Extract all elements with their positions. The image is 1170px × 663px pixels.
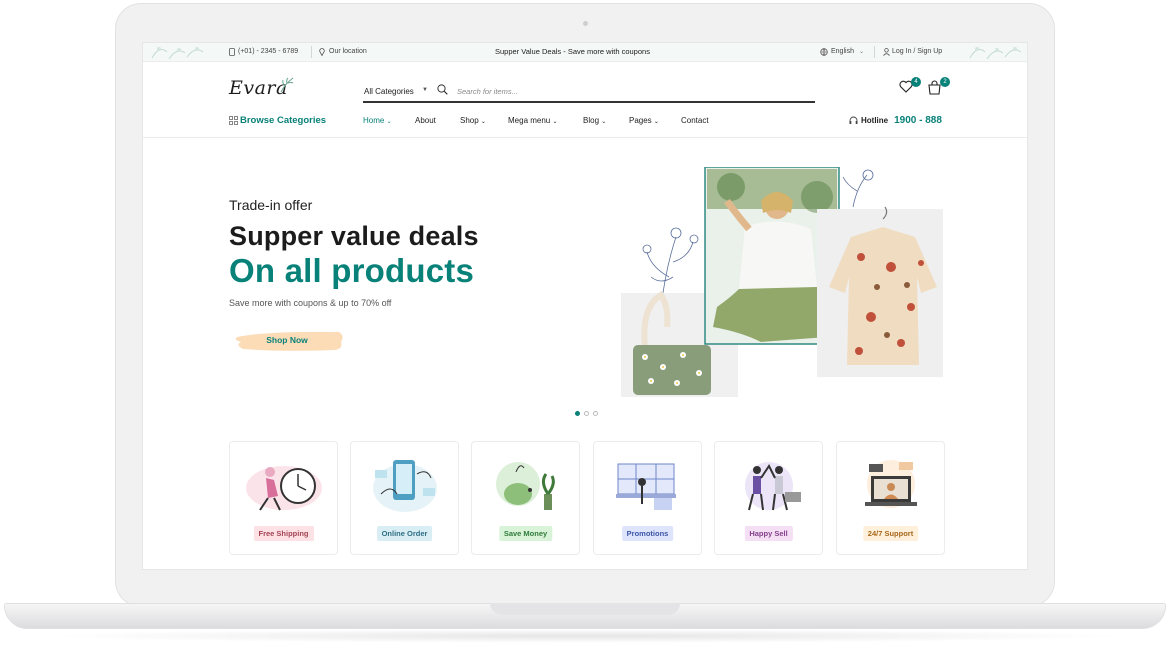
- feature-label: 24/7 Support: [862, 526, 919, 541]
- feature-card-promotions[interactable]: Promotions: [593, 441, 702, 555]
- nav-divider: [143, 137, 1027, 138]
- logo-leaf-icon: [280, 77, 294, 93]
- hero-title: Supper value deals: [229, 221, 479, 251]
- promotion-megaphone-icon: [616, 463, 676, 510]
- mobile-order-icon: [373, 460, 437, 512]
- nav-item-label: About: [415, 116, 436, 125]
- topbar-separator: [311, 46, 312, 58]
- hotline[interactable]: Hotline 1900 - 888: [861, 115, 942, 126]
- search-bar: All Categories ▼ Search for items...: [363, 81, 815, 103]
- feature-card-free-shipping[interactable]: Free Shipping: [229, 441, 338, 555]
- feature-label: Save Money: [498, 526, 553, 541]
- wishlist-count-badge: 4: [911, 77, 921, 87]
- phone-icon: [229, 48, 235, 56]
- carousel-dot-2[interactable]: [584, 411, 589, 416]
- piggy-bank-icon: [496, 462, 555, 510]
- hotline-label: Hotline: [861, 116, 889, 125]
- category-caret-icon: ▼: [422, 87, 428, 93]
- globe-icon: [820, 48, 828, 56]
- chevron-down-icon: ⌄: [653, 119, 659, 125]
- carousel-dot-3[interactable]: [593, 411, 598, 416]
- hero-highlight: On all products: [229, 252, 475, 289]
- hero-subtitle: Trade-in offer: [229, 197, 313, 213]
- nav-item-label: Home: [363, 116, 385, 125]
- language-selector[interactable]: English: [831, 48, 854, 55]
- language-chevron-down-icon: ⌄: [859, 49, 865, 55]
- feature-card-save-money[interactable]: Save Money: [471, 441, 580, 555]
- grid-icon: [229, 116, 238, 125]
- chevron-down-icon: ⌄: [601, 119, 607, 125]
- location-pin-icon: [319, 48, 325, 56]
- feature-card-online-order[interactable]: Online Order: [350, 441, 459, 555]
- category-select[interactable]: All Categories: [364, 87, 414, 96]
- daisy-bag: [633, 345, 711, 395]
- topbar-location[interactable]: Our location: [329, 48, 367, 55]
- topbar: (+01) - 2345 - 6789 Our location Supper …: [143, 43, 1027, 62]
- laptop-camera: [583, 21, 588, 26]
- laptop-shadow: [40, 629, 1130, 643]
- search-icon[interactable]: [437, 84, 448, 95]
- nav-item-label: Blog: [583, 116, 600, 125]
- cart-count-badge: 2: [940, 77, 950, 87]
- laptop-notch: [490, 603, 680, 615]
- nav-item-shop[interactable]: Shop ⌄: [460, 116, 486, 125]
- carousel-dot-1[interactable]: [575, 411, 580, 416]
- feature-label: Free Shipping: [253, 526, 314, 541]
- headset-icon: [849, 116, 858, 124]
- nav-item-mega-menu[interactable]: Mega menu ⌄: [508, 116, 558, 125]
- high-five-icon: [745, 462, 801, 511]
- support-laptop-icon: [865, 460, 917, 508]
- shop-now-label: Shop Now: [266, 335, 308, 345]
- topbar-promo: Supper Value Deals - Save more with coup…: [495, 47, 650, 56]
- nav-item-label: Pages: [629, 116, 652, 125]
- user-icon: [883, 48, 890, 56]
- browser-screen: (+01) - 2345 - 6789 Our location Supper …: [142, 42, 1028, 570]
- nav-item-label: Contact: [681, 116, 709, 125]
- feature-label: Online Order: [376, 526, 433, 541]
- nav-item-blog[interactable]: Blog ⌄: [583, 116, 606, 125]
- search-input[interactable]: Search for items...: [457, 87, 518, 96]
- feature-card-support[interactable]: 24/7 Support: [836, 441, 945, 555]
- nav-item-label: Mega menu: [508, 116, 551, 125]
- topbar-phone[interactable]: (+01) - 2345 - 6789: [238, 48, 298, 55]
- flower-sketch-top-icon: [842, 169, 874, 208]
- browse-categories-button[interactable]: Browse Categories: [240, 115, 326, 126]
- nav-item-home[interactable]: Home ⌄: [363, 116, 392, 125]
- topbar-separator: [874, 46, 875, 58]
- hero-product-collage: [621, 167, 943, 397]
- feature-label: Happy Sell: [744, 526, 793, 541]
- delivery-clock-icon: [246, 466, 322, 511]
- login-link[interactable]: Log In / Sign Up: [892, 48, 942, 55]
- nav-item-label: Shop: [460, 116, 479, 125]
- hero-description: Save more with coupons & up to 70% off: [229, 298, 392, 308]
- leaf-pattern-right-icon: [969, 47, 1022, 60]
- chevron-down-icon: ⌄: [386, 119, 392, 125]
- nav-item-contact[interactable]: Contact: [681, 116, 709, 125]
- chevron-down-icon: ⌄: [552, 119, 558, 125]
- leaf-pattern-left-icon: [151, 47, 204, 60]
- feature-card-happy-sell[interactable]: Happy Sell: [714, 441, 823, 555]
- chevron-down-icon: ⌄: [480, 119, 486, 125]
- feature-label: Promotions: [621, 526, 674, 541]
- shop-now-button[interactable]: Shop Now: [235, 328, 347, 354]
- nav-item-pages[interactable]: Pages ⌄: [629, 116, 659, 125]
- nav-item-about[interactable]: About: [415, 116, 436, 125]
- hotline-number: 1900 - 888: [894, 115, 942, 126]
